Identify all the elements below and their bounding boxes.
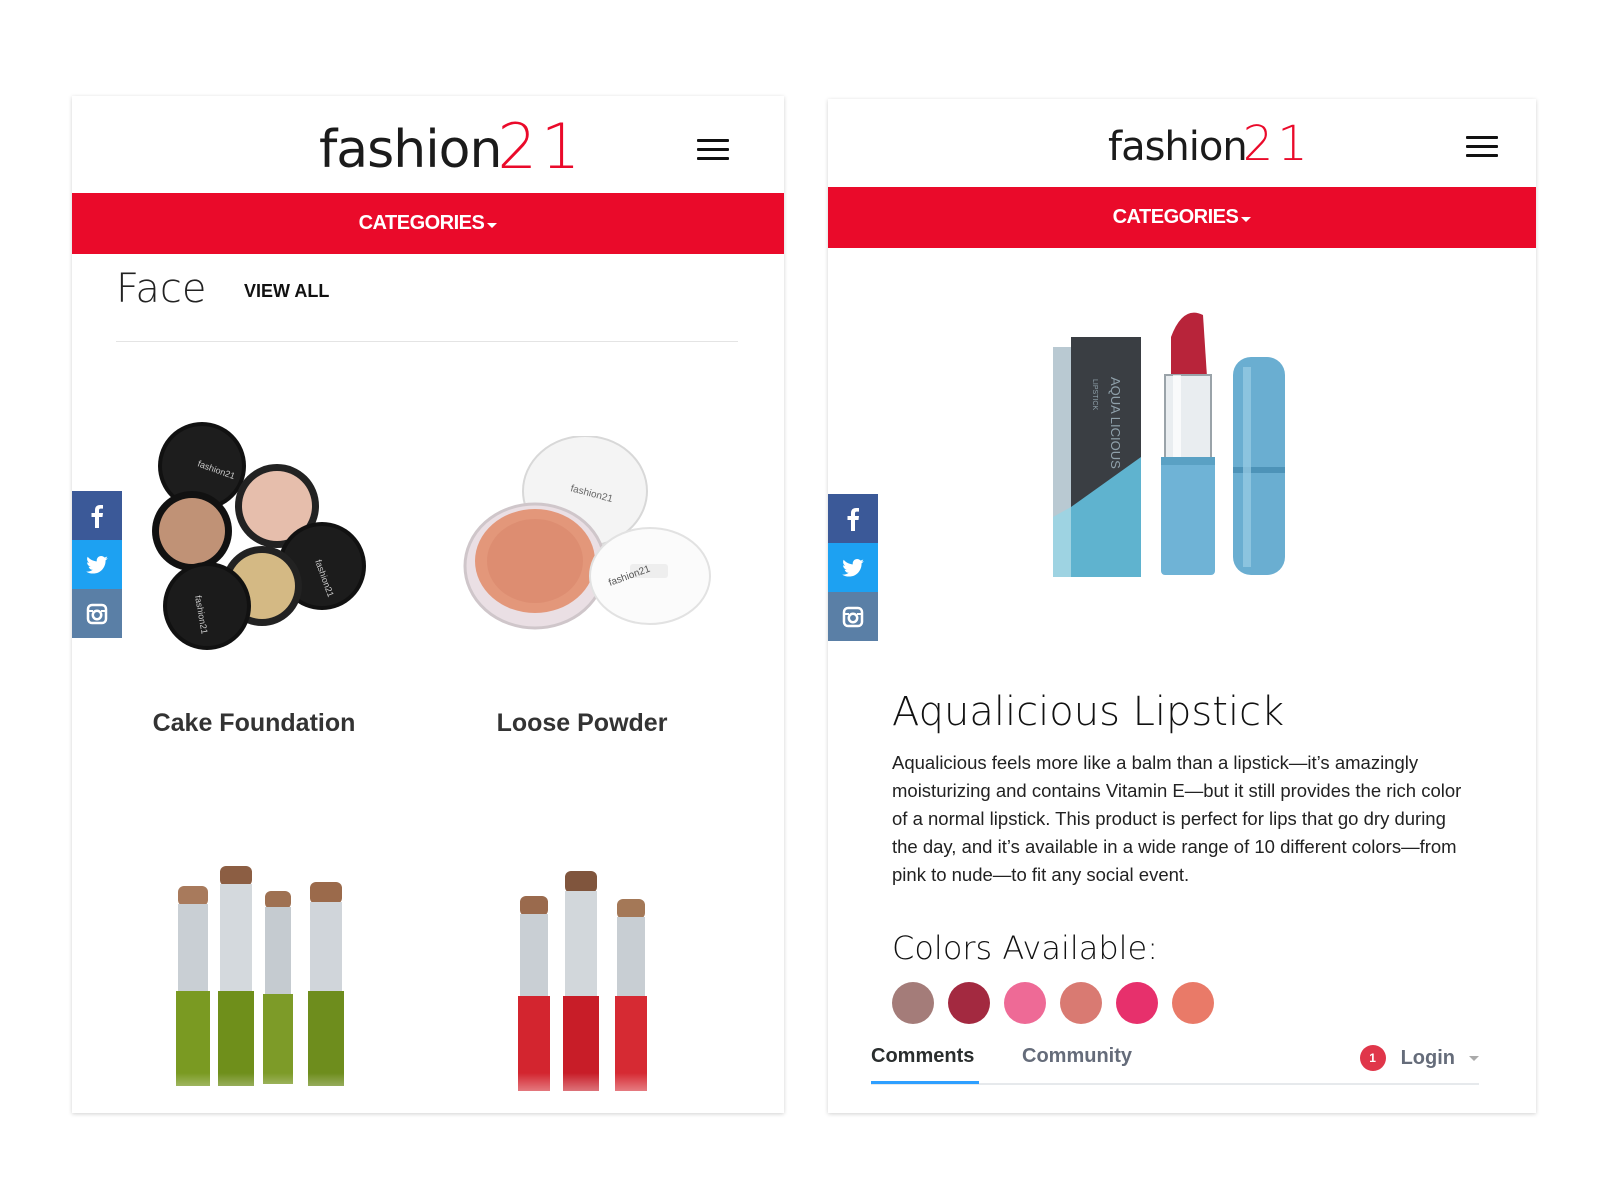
logo[interactable]: fashion 21	[1108, 116, 1312, 172]
color-swatch[interactable]	[1172, 982, 1214, 1024]
powder-jar	[463, 502, 607, 630]
compact-beige	[152, 491, 232, 571]
logo-wordmark: fashion	[1108, 124, 1248, 170]
box-text: AQUA LICIOUS	[1108, 377, 1123, 469]
bottom-fade	[72, 1073, 784, 1113]
caret-down-icon	[487, 223, 498, 228]
facebook-icon[interactable]	[72, 491, 122, 540]
face-category-screen: fashion 21 CATEGORIES Face VIEW ALL fash…	[72, 96, 784, 1113]
product-name-loose-powder[interactable]: Loose Powder	[432, 709, 732, 738]
categories-label: CATEGORIES	[1112, 206, 1239, 228]
login-label: Login	[1400, 1046, 1455, 1069]
logo-wordmark: fashion	[319, 120, 502, 180]
tab-comments[interactable]: Comments	[871, 1045, 974, 1068]
categories-dropdown[interactable]: CATEGORIES	[72, 193, 784, 254]
color-swatch[interactable]	[1060, 982, 1102, 1024]
stick-red-1	[518, 896, 550, 1091]
color-swatch[interactable]	[948, 982, 990, 1024]
caret-down-icon	[1241, 217, 1252, 222]
facebook-icon[interactable]	[828, 494, 878, 543]
compact-closed-3: fashion21	[163, 562, 251, 650]
section-divider	[116, 341, 738, 342]
instagram-icon[interactable]	[828, 592, 878, 641]
aqualicious-lipstick-image: AQUA LICIOUS LIPSTICK	[1053, 312, 1285, 577]
view-all-link[interactable]: VIEW ALL	[244, 281, 329, 302]
section-title: Face	[116, 266, 207, 312]
product-title: Aqualicious Lipstick	[892, 689, 1285, 735]
stick-3	[263, 891, 293, 1084]
stick-red-2	[563, 871, 599, 1091]
tab-community[interactable]: Community	[1022, 1045, 1132, 1068]
lipstick-box: AQUA LICIOUS LIPSTICK	[1053, 337, 1141, 577]
site-header: fashion 21	[72, 96, 784, 193]
notification-badge[interactable]: 1	[1359, 1045, 1386, 1071]
social-share-bar	[72, 491, 122, 638]
product-name-cake-foundation[interactable]: Cake Foundation	[104, 709, 404, 738]
cake-foundation-image[interactable]: fashion21 fashion21 fashion21	[147, 421, 387, 661]
logo-number: 21	[497, 110, 585, 183]
comments-tabs: Comments Community 1 Login	[871, 1041, 1479, 1085]
product-detail-screen: fashion 21 CATEGORIES AQUA LICIOUS LIPST…	[828, 99, 1536, 1113]
stick-1	[176, 886, 210, 1086]
lipstick-open	[1161, 312, 1215, 575]
social-share-bar	[828, 494, 878, 641]
powder-puff: fashion21	[589, 527, 711, 625]
product-description: Aqualicious feels more like a balm than …	[892, 752, 1462, 885]
color-swatch[interactable]	[1004, 982, 1046, 1024]
categories-dropdown[interactable]: CATEGORIES	[828, 187, 1536, 248]
color-swatches	[892, 982, 1214, 1024]
active-tab-indicator	[871, 1081, 979, 1084]
twitter-icon[interactable]	[828, 543, 878, 592]
stick-4	[308, 882, 344, 1086]
login-menu[interactable]: 1 Login	[1359, 1045, 1479, 1071]
twitter-icon[interactable]	[72, 540, 122, 589]
loose-powder-image[interactable]: fashion21 fashion21	[460, 436, 720, 636]
chevron-down-icon	[1469, 1055, 1479, 1061]
logo-number: 21	[1242, 116, 1312, 172]
instagram-icon[interactable]	[72, 589, 122, 638]
box-subtext: LIPSTICK	[1091, 379, 1098, 410]
stick-red-3	[615, 899, 647, 1091]
logo[interactable]: fashion 21	[319, 110, 585, 183]
site-header: fashion 21	[828, 99, 1536, 187]
lipstick-cap	[1233, 357, 1285, 575]
menu-icon[interactable]	[1466, 136, 1498, 158]
color-swatch[interactable]	[1116, 982, 1158, 1024]
colors-available-heading: Colors Available:	[892, 929, 1159, 967]
color-swatch[interactable]	[892, 982, 934, 1024]
stick-2	[218, 866, 254, 1086]
categories-label: CATEGORIES	[358, 212, 485, 234]
menu-icon[interactable]	[697, 139, 729, 161]
